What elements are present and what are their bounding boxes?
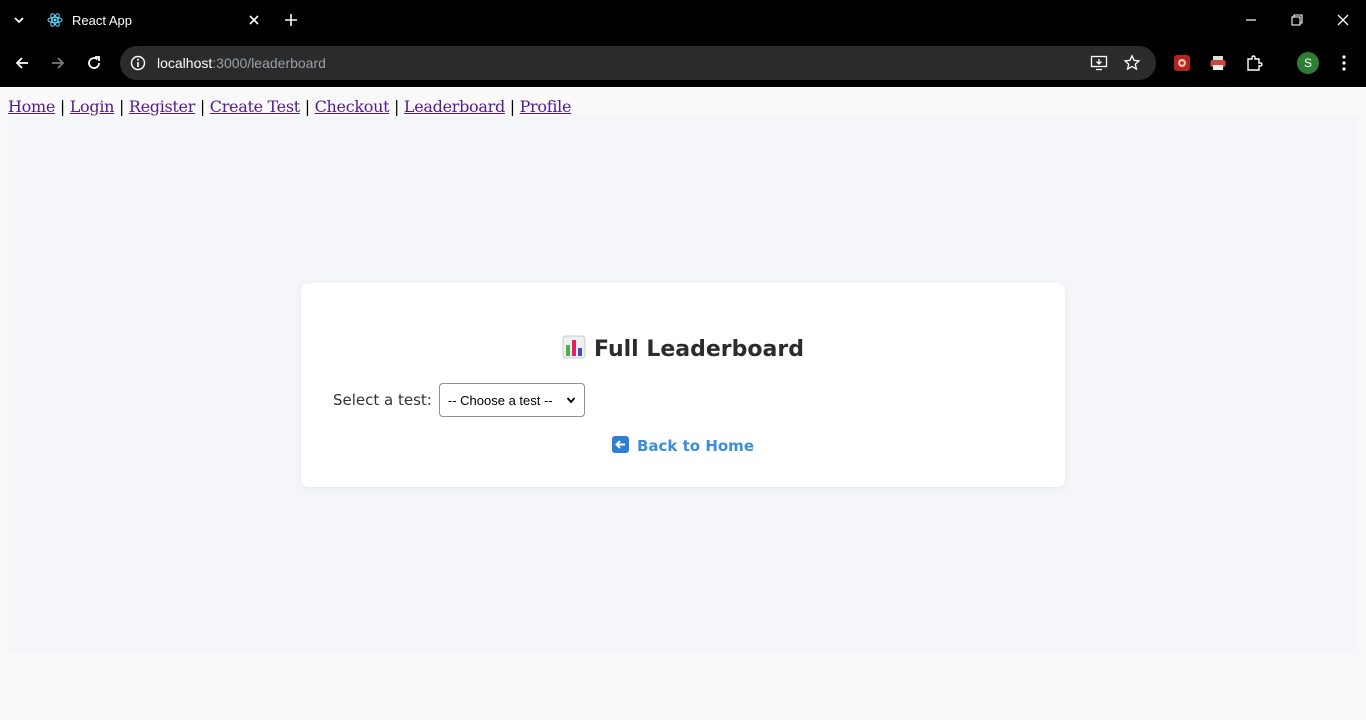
test-select-dropdown[interactable]: -- Choose a test -- xyxy=(438,383,585,417)
browser-tab-bar: React App xyxy=(0,0,1366,40)
nav-link-checkout[interactable]: Checkout xyxy=(315,97,390,116)
page-viewport: Home | Login | Register | Create Test | … xyxy=(0,87,1366,720)
nav-separator: | xyxy=(59,97,65,116)
address-bar[interactable]: localhost:3000/leaderboard xyxy=(120,46,1156,80)
forward-arrow-icon[interactable] xyxy=(45,50,71,76)
nav-link-create-test[interactable]: Create Test xyxy=(210,97,300,116)
leaderboard-container: Full Leaderboard Select a test: -- Choos… xyxy=(8,116,1358,654)
page-title: Full Leaderboard xyxy=(301,335,1065,362)
test-select-row: Select a test: -- Choose a test -- xyxy=(333,383,585,417)
bookmark-star-icon[interactable] xyxy=(1122,53,1142,73)
nav-separator: | xyxy=(394,97,400,116)
select-value: -- Choose a test -- xyxy=(447,392,553,408)
minimize-icon[interactable] xyxy=(1239,8,1263,32)
url-host: localhost xyxy=(157,55,213,71)
browser-tab[interactable]: React App xyxy=(36,4,272,36)
tab-search-chevron-icon[interactable] xyxy=(8,9,30,31)
new-tab-plus-icon[interactable] xyxy=(280,9,302,31)
nav-separator: | xyxy=(509,97,515,116)
nav-link-home[interactable]: Home xyxy=(8,97,55,116)
back-arrow-icon[interactable] xyxy=(9,50,35,76)
extension-printer-icon[interactable] xyxy=(1207,52,1229,74)
chevron-down-icon xyxy=(566,393,576,408)
profile-avatar[interactable]: S xyxy=(1297,52,1319,74)
back-to-home-link[interactable]: Back to Home xyxy=(301,436,1065,455)
browser-menu-icon[interactable] xyxy=(1333,52,1355,74)
nav-separator: | xyxy=(199,97,205,116)
nav-link-login[interactable]: Login xyxy=(70,97,115,116)
nav-link-profile[interactable]: Profile xyxy=(520,97,572,116)
react-logo-icon xyxy=(46,11,64,29)
site-info-icon[interactable] xyxy=(128,53,148,73)
nav-separator: | xyxy=(118,97,125,116)
nav-link-leaderboard[interactable]: Leaderboard xyxy=(404,97,505,116)
title-text: Full Leaderboard xyxy=(594,337,804,362)
reload-icon[interactable] xyxy=(81,50,107,76)
extension-red-icon[interactable] xyxy=(1171,52,1193,74)
close-window-icon[interactable] xyxy=(1331,8,1355,32)
top-nav: Home | Login | Register | Create Test | … xyxy=(8,97,571,116)
restore-icon[interactable] xyxy=(1285,8,1309,32)
browser-toolbar: localhost:3000/leaderboard S xyxy=(0,40,1366,87)
extensions-puzzle-icon[interactable] xyxy=(1243,52,1265,74)
nav-link-register[interactable]: Register xyxy=(129,97,196,116)
tab-title: React App xyxy=(72,12,132,28)
install-app-icon[interactable] xyxy=(1089,53,1109,73)
url-path: :3000/leaderboard xyxy=(212,55,326,71)
select-label: Select a test: xyxy=(333,391,432,409)
back-arrow-icon xyxy=(611,436,629,453)
nav-separator: | xyxy=(304,97,310,116)
back-link-text: Back to Home xyxy=(636,437,754,455)
url-text[interactable]: localhost:3000/leaderboard xyxy=(157,55,326,71)
bar-chart-icon xyxy=(562,335,586,359)
leaderboard-card: Full Leaderboard Select a test: -- Choos… xyxy=(301,283,1065,487)
tab-close-icon[interactable] xyxy=(246,12,262,28)
